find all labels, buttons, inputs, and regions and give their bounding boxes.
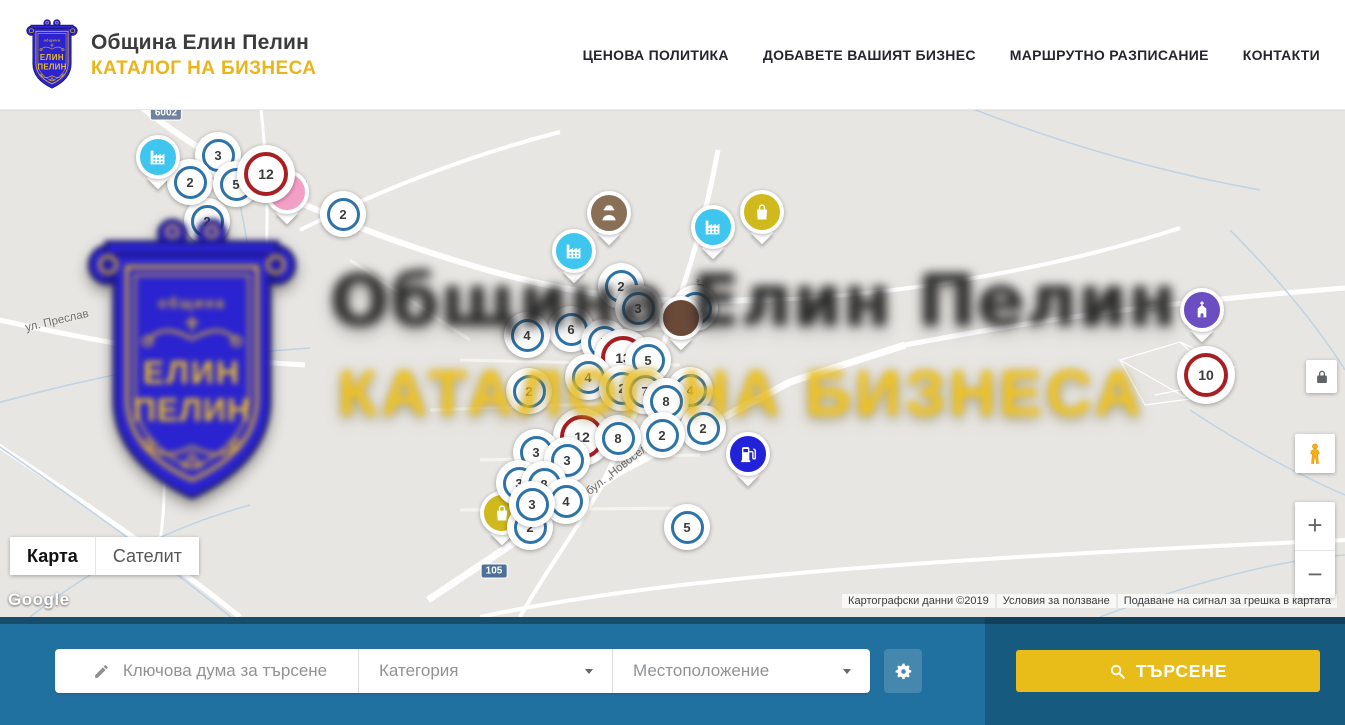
pegman-icon <box>1303 441 1327 467</box>
map-cluster-marker[interactable]: 4 <box>504 312 550 358</box>
zoom-out-button[interactable]: − <box>1295 551 1335 599</box>
search-fields-group: Категория Местоположение <box>55 649 870 693</box>
attribution-copyright: Картографски данни ©2019 <box>842 594 995 608</box>
map-type-satellite-button[interactable]: Сателит <box>95 537 199 575</box>
map-poi-marker-fuel[interactable] <box>726 432 770 476</box>
nav-pricing-policy[interactable]: ЦЕНОВА ПОЛИТИКА <box>583 47 729 63</box>
attribution-terms-link[interactable]: Условия за ползване <box>997 594 1116 608</box>
map-cluster-marker[interactable]: 2 <box>320 191 366 237</box>
map-cluster-marker[interactable]: 8 <box>595 415 641 461</box>
street-view-pegman-button[interactable] <box>1295 434 1335 473</box>
map-poi-marker-factory[interactable] <box>136 135 180 179</box>
nav-add-your-business[interactable]: ДОБАВЕТЕ ВАШИЯТ БИЗНЕС <box>763 47 976 63</box>
map-type-control: Карта Сателит <box>10 537 199 575</box>
google-logo[interactable]: Google <box>8 590 70 610</box>
site-header: Община Елин Пелин КАТАЛОГ НА БИЗНЕСА ЦЕН… <box>0 0 1345 110</box>
road-number-badge: 6002 <box>151 110 181 120</box>
search-button[interactable]: ТЪРСЕНЕ <box>1016 650 1320 692</box>
nav-route-schedule[interactable]: МАРШРУТНО РАЗПИСАНИЕ <box>1010 47 1209 63</box>
location-select-label: Местоположение <box>633 661 769 681</box>
site-logo[interactable]: Община Елин Пелин КАТАЛОГ НА БИЗНЕСА <box>25 18 316 92</box>
chevron-down-icon <box>585 669 593 674</box>
map-poi-marker-bag[interactable] <box>740 190 784 234</box>
map-cluster-marker[interactable]: 3 <box>509 481 555 527</box>
pencil-icon <box>93 662 110 681</box>
location-select[interactable]: Местоположение <box>612 649 870 693</box>
site-title: Община Елин Пелин <box>91 31 316 55</box>
road-number-badge: 105 <box>482 565 507 578</box>
zoom-control: + − <box>1295 502 1335 598</box>
keyword-search-input[interactable] <box>123 661 358 681</box>
map-cluster-marker[interactable]: 10 <box>1177 346 1235 404</box>
category-select-label: Категория <box>379 661 458 681</box>
keyword-segment <box>55 649 358 693</box>
map-poi-marker-worker[interactable] <box>587 191 631 235</box>
zoom-in-button[interactable]: + <box>1295 502 1335 551</box>
search-icon <box>1109 663 1126 680</box>
map-cluster-marker[interactable]: 2 <box>506 368 552 414</box>
map-cluster-marker[interactable]: 5 <box>664 504 710 550</box>
gear-icon <box>893 661 914 682</box>
search-bar: Категория Местоположение ТЪРСЕНЕ <box>0 617 1345 725</box>
search-bar-top-edge <box>0 617 1345 624</box>
search-button-label: ТЪРСЕНЕ <box>1136 661 1227 682</box>
site-logo-text: Община Елин Пелин КАТАЛОГ НА БИЗНЕСА <box>91 31 316 80</box>
site-subtitle: КАТАЛОГ НА БИЗНЕСА <box>91 58 316 80</box>
map-cluster-marker[interactable]: 3 <box>615 285 661 331</box>
map-attribution: Картографски данни ©2019 Условия за полз… <box>842 594 1337 608</box>
page: Община Елин Пелин КАТАЛОГ НА БИЗНЕСА ЦЕН… <box>0 0 1345 725</box>
map-cluster-marker[interactable]: 12 <box>237 145 295 203</box>
lock-button[interactable] <box>1306 360 1337 393</box>
map-type-map-button[interactable]: Карта <box>10 537 95 575</box>
main-nav: ЦЕНОВА ПОЛИТИКА ДОБАВЕТЕ ВАШИЯТ БИЗНЕС М… <box>583 0 1320 110</box>
nav-contacts[interactable]: КОНТАКТИ <box>1243 47 1320 63</box>
map-poi-marker-factory[interactable] <box>691 205 735 249</box>
advanced-settings-button[interactable] <box>884 649 922 693</box>
map-canvas[interactable]: ул. Преславбул. „Новоселци“6002105 23251… <box>0 110 1345 617</box>
chevron-down-icon <box>843 669 851 674</box>
map-poi-marker-plain[interactable] <box>659 296 703 340</box>
lock-icon <box>1313 368 1331 386</box>
map-poi-marker-factory[interactable] <box>552 229 596 273</box>
map-cluster-marker[interactable]: 2 <box>680 405 726 451</box>
municipality-crest-icon <box>25 18 79 92</box>
category-select[interactable]: Категория <box>358 649 612 693</box>
map-cluster-marker[interactable]: 2 <box>639 412 685 458</box>
map-poi-marker-church[interactable] <box>1180 288 1224 332</box>
